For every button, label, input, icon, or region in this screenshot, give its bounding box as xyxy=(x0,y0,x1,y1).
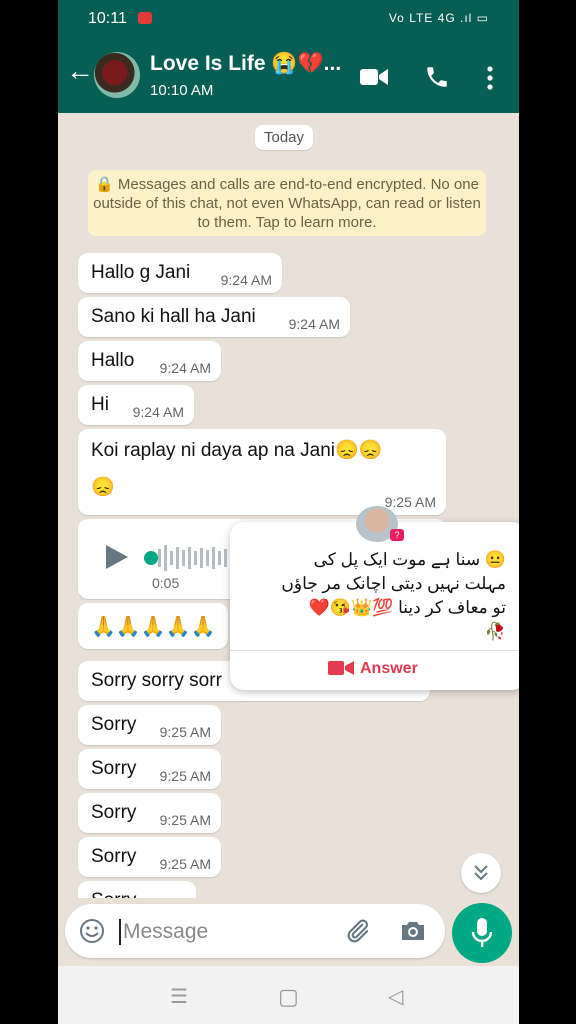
message-text: Sorry xyxy=(91,890,136,898)
message-time: 9:25 AM xyxy=(159,768,211,784)
message-text-line2: 😞 xyxy=(91,477,115,498)
status-bar: 10:11 Vo LTE 4G .ıl ▭ xyxy=(58,0,519,40)
message-input[interactable] xyxy=(121,914,325,950)
message-text: Hallo xyxy=(91,350,135,371)
home-nav-icon[interactable]: ▢ xyxy=(278,984,299,1010)
mic-icon xyxy=(471,918,493,947)
message-text: Sorry xyxy=(91,714,137,735)
video-call-icon[interactable] xyxy=(360,67,388,87)
message-bubble[interactable]: Hallo g Jani 9:24 AM xyxy=(78,253,282,293)
chat-header: ← Love Is Life 😭💔... 10:10 AM xyxy=(58,40,519,113)
message-bubble[interactable]: 🙏🙏🙏🙏🙏 xyxy=(78,603,228,649)
contact-name[interactable]: Love Is Life 😭💔... xyxy=(150,52,341,76)
message-bubble[interactable]: Sorry 9:25 AM xyxy=(78,749,221,789)
more-options-icon[interactable] xyxy=(486,66,494,90)
message-text: Koi raplay ni daya ap na Jani😞😞 xyxy=(91,440,383,461)
last-seen: 10:10 AM xyxy=(150,82,214,99)
answer-button[interactable]: Answer xyxy=(328,660,418,678)
notification-text: 😐 سنا ہے موت ایک پل کی مہلت نہیں دیتی اچ… xyxy=(281,550,506,641)
mic-button[interactable] xyxy=(452,903,512,963)
emoji-icon[interactable] xyxy=(79,918,105,944)
phone-screen: 10:11 Vo LTE 4G .ıl ▭ ← Love Is Life 😭💔.… xyxy=(58,0,519,1024)
voice-waveform xyxy=(158,545,227,571)
message-time: 9:25 AM xyxy=(159,724,211,740)
message-bubble[interactable]: Sorry 9:25 AM xyxy=(78,793,221,833)
play-icon[interactable] xyxy=(104,543,130,571)
message-input-container[interactable] xyxy=(65,904,445,958)
system-navigation-bar: ☰ ▢ ◁ xyxy=(58,966,519,1024)
composer-bar xyxy=(58,898,519,966)
message-text: Sorry xyxy=(91,846,137,867)
message-time: 9:24 AM xyxy=(288,316,340,332)
double-chevron-down-icon xyxy=(474,865,488,881)
message-time: 9:25 AM xyxy=(159,856,211,872)
message-bubble[interactable]: Sorry xyxy=(78,881,196,898)
message-text: Sorry sorry sorr xyxy=(91,670,222,691)
message-time: 9:24 AM xyxy=(159,360,211,376)
message-text: Sorry xyxy=(91,802,137,823)
contact-avatar[interactable] xyxy=(94,52,140,98)
attach-icon[interactable] xyxy=(343,917,371,945)
message-bubble[interactable]: Sorry 9:25 AM xyxy=(78,837,221,877)
message-time: 9:25 AM xyxy=(159,812,211,828)
scroll-down-button[interactable] xyxy=(461,853,501,893)
chat-area[interactable]: Today 🔒 Messages and calls are end-to-en… xyxy=(58,113,519,898)
menu-nav-icon[interactable]: ☰ xyxy=(170,984,188,1009)
message-text: Sano ki hall ha Jani xyxy=(91,306,256,327)
back-nav-icon[interactable]: ◁ xyxy=(388,984,403,1009)
message-time: 9:24 AM xyxy=(220,272,272,288)
message-bubble[interactable]: Hallo 9:24 AM xyxy=(78,341,221,381)
voice-progress-dot[interactable] xyxy=(144,551,158,565)
notification-divider xyxy=(230,650,519,651)
answer-label: Answer xyxy=(360,660,418,677)
message-text: Sorry xyxy=(91,758,137,779)
status-time: 10:11 xyxy=(88,10,127,27)
message-bubble[interactable]: Sorry 9:25 AM xyxy=(78,705,221,745)
date-chip: Today xyxy=(255,125,314,150)
message-text: 🙏🙏🙏🙏🙏 xyxy=(91,616,216,638)
message-bubble[interactable]: Sano ki hall ha Jani 9:24 AM xyxy=(78,297,350,337)
notification-badge: ? xyxy=(390,529,404,541)
camera-icon[interactable] xyxy=(399,918,427,944)
message-bubble[interactable]: Koi raplay ni daya ap na Jani😞😞 😞 9:25 A… xyxy=(78,429,446,515)
back-arrow-icon[interactable]: ← xyxy=(66,56,94,86)
video-answer-icon xyxy=(328,661,354,675)
voice-call-icon[interactable] xyxy=(424,64,450,90)
screen-record-icon xyxy=(138,12,152,24)
encryption-notice[interactable]: 🔒 Messages and calls are end-to-end encr… xyxy=(88,170,486,236)
message-text: Hallo g Jani xyxy=(91,262,191,283)
message-text: Hi xyxy=(91,394,109,415)
message-time: 9:24 AM xyxy=(132,404,184,420)
message-bubble[interactable]: Hi 9:24 AM xyxy=(78,385,194,425)
voice-duration: 0:05 xyxy=(152,575,180,591)
message-time: 9:25 AM xyxy=(384,494,436,510)
incoming-notification-popup[interactable]: ? 😐 سنا ہے موت ایک پل کی مہلت نہیں دیتی … xyxy=(230,506,519,690)
system-status-icons: Vo LTE 4G .ıl ▭ xyxy=(388,11,489,25)
